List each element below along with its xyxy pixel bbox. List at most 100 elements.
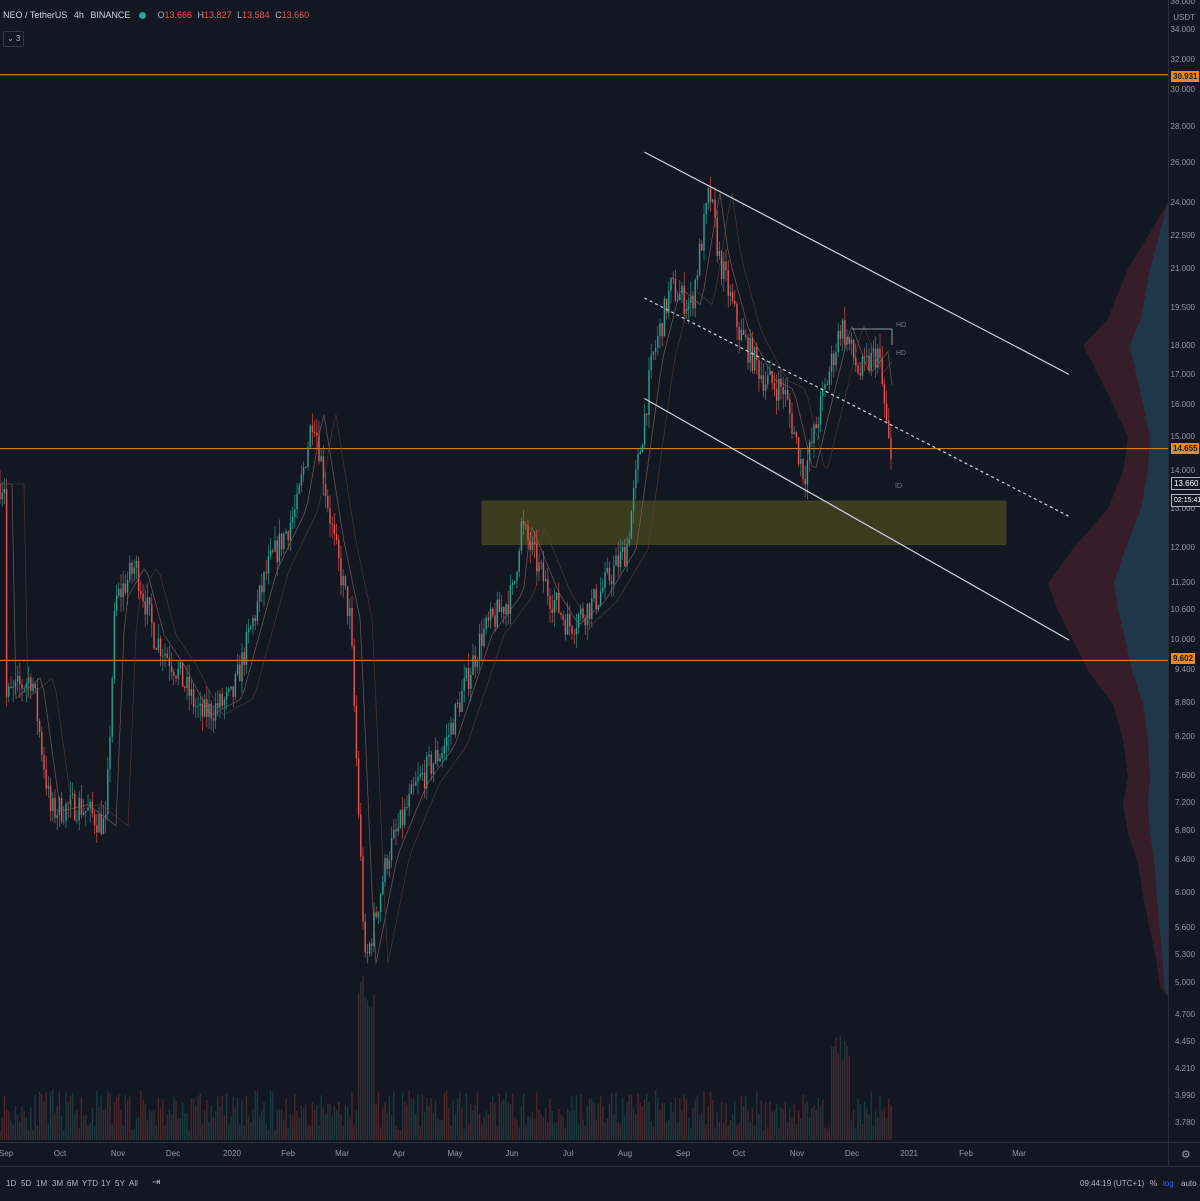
time-axis-label: Feb (959, 1149, 973, 1158)
percent-toggle[interactable]: % (1150, 1179, 1157, 1188)
volume-bar (245, 1096, 248, 1140)
volume-bar (184, 1113, 186, 1140)
auto-toggle[interactable]: auto (1181, 1179, 1197, 1188)
volume-bar (186, 1112, 188, 1140)
range-button-1y[interactable]: 1Y (101, 1179, 111, 1188)
chart-pane[interactable]: NEO / TetherUS 4h BINANCE O13.666 H13.82… (0, 0, 1168, 1142)
volume-bar (791, 1118, 793, 1140)
volume-bar (463, 1128, 465, 1140)
candle-body (536, 543, 538, 572)
range-button-ytd[interactable]: YTD (82, 1179, 98, 1188)
chart-settings-button[interactable]: ⚙ (1168, 1142, 1200, 1167)
candle-body (456, 702, 459, 705)
volume-bar (285, 1098, 287, 1140)
time-axis[interactable]: Sep Oct Nov Dec 2020 Feb Mar Apr May Jun Jul Aug Sep… (0, 1142, 1168, 1167)
price-tick-label: 32.000 (1170, 55, 1195, 64)
volume-bar (575, 1095, 578, 1140)
price-chart[interactable] (0, 0, 1168, 1142)
volume-bar (181, 1102, 184, 1140)
range-button-3m[interactable]: 3M (52, 1179, 63, 1188)
range-button-1d[interactable]: 1D (6, 1179, 16, 1188)
volume-bar (357, 993, 360, 1140)
volume-bar (648, 1101, 650, 1140)
price-tick-label: 34.000 (1170, 25, 1195, 34)
candle-body (861, 356, 864, 376)
candle-body (703, 214, 705, 251)
volume-bar (734, 1100, 736, 1140)
volume-bar (133, 1128, 135, 1140)
volume-bar (298, 1118, 300, 1140)
channel-mid-line (644, 297, 1070, 517)
candle-body (241, 652, 243, 682)
volume-bar (459, 1091, 461, 1140)
volume-bar (166, 1114, 168, 1140)
volume-bar (599, 1096, 602, 1140)
volume-bar (393, 1091, 395, 1140)
chart-marker: ID (895, 483, 902, 490)
candle-body (179, 662, 182, 669)
volume-bar (742, 1105, 745, 1140)
volume-bar (91, 1107, 94, 1140)
candle-body (256, 601, 259, 622)
volume-bar (687, 1118, 690, 1140)
candle-body (716, 217, 718, 256)
volume-bar (129, 1095, 131, 1140)
range-button-6m[interactable]: 6M (67, 1179, 78, 1188)
candle-body (157, 638, 160, 651)
range-button-5d[interactable]: 5D (21, 1179, 31, 1188)
candle-body (773, 382, 776, 390)
candle-body (349, 607, 351, 616)
volume-bar (626, 1102, 628, 1140)
candle-body (624, 547, 626, 567)
candle-body (151, 604, 153, 624)
time-axis-label: Feb (281, 1149, 295, 1158)
candle-body (170, 666, 173, 672)
range-button-all[interactable]: All (129, 1179, 138, 1188)
volume-bar (676, 1121, 679, 1140)
candle-body (100, 814, 102, 834)
candle-body (621, 547, 624, 552)
legend-symbol[interactable]: NEO / TetherUS (3, 10, 67, 20)
candle-body (124, 583, 127, 593)
candle-body (276, 540, 278, 563)
candle-body (564, 619, 567, 635)
volume-bar (859, 1104, 861, 1140)
candle-body (98, 814, 100, 833)
candle-body (122, 583, 124, 598)
range-button-1m[interactable]: 1M (36, 1179, 47, 1188)
candle-body (483, 628, 485, 646)
candle-body (131, 562, 133, 574)
goto-date-icon[interactable]: ⇥ (152, 1177, 160, 1188)
candle-body (298, 485, 300, 494)
candle-body (709, 188, 712, 202)
log-toggle[interactable]: log (1163, 1179, 1174, 1188)
candle-body (811, 442, 813, 444)
candle-body (782, 386, 784, 395)
volume-bar (813, 1105, 815, 1140)
candle-body (203, 699, 206, 717)
candle-body (153, 623, 155, 649)
candle-body (789, 399, 791, 414)
price-scale[interactable]: USDT 38.000 34.000 32.000 30.000 28.000 26.00… (1168, 0, 1200, 1142)
candle-body (573, 633, 575, 635)
volume-bar (582, 1119, 584, 1140)
candle-body (430, 754, 432, 774)
volume-bar (751, 1107, 754, 1140)
candle-body (575, 627, 578, 635)
volume-bar (236, 1097, 239, 1140)
volume-bar (793, 1104, 795, 1140)
volume-bar (324, 1113, 327, 1140)
candle-body (287, 531, 289, 541)
volume-bar (104, 1108, 107, 1140)
candle-body (558, 592, 560, 613)
clock-time: 09:44:19 (UTC+1) (1080, 1179, 1145, 1188)
volume-bar (294, 1094, 296, 1140)
candle-body (0, 483, 1, 500)
volume-bar (410, 1099, 413, 1140)
range-button-5y[interactable]: 5Y (115, 1179, 125, 1188)
candle-body (181, 662, 184, 687)
candle-body (375, 912, 377, 918)
indicators-collapse-button[interactable]: ⌄ 3 (3, 31, 25, 47)
volume-bar (718, 1121, 721, 1140)
volume-bar (448, 1108, 450, 1140)
